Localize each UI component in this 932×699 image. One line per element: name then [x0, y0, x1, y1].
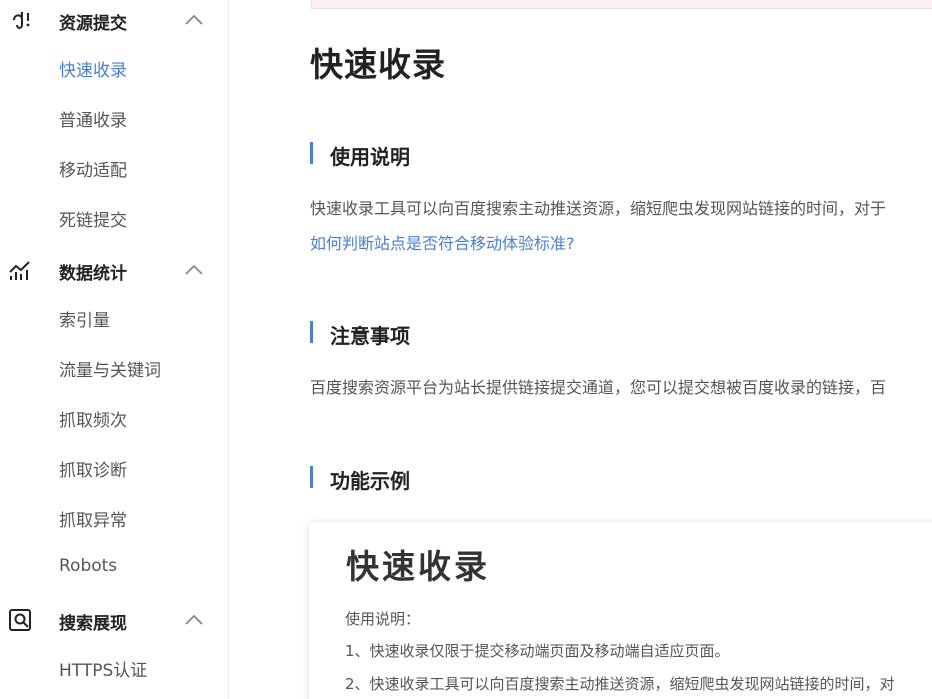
section-accent-bar	[310, 466, 313, 488]
sidebar-item-mobile-adapt[interactable]: 移动适配	[59, 156, 127, 181]
sidebar-item-traffic-keywords[interactable]: 流量与关键词	[59, 356, 161, 381]
main-content: 快速收录 使用说明 快速收录工具可以向百度搜索主动推送资源，缩短爬虫发现网站链接…	[229, 0, 932, 699]
usage-description: 快速收录工具可以向百度搜索主动推送资源，缩短爬虫发现网站链接的时间，对于	[310, 199, 887, 218]
section-title: 功能示例	[330, 469, 410, 493]
sidebar-item-normal-index[interactable]: 普通收录	[59, 106, 127, 131]
section-title: 使用说明	[330, 145, 410, 169]
chevron-up-icon[interactable]	[184, 262, 204, 276]
sidebar-item-dead-link[interactable]: 死链提交	[59, 206, 127, 231]
sidebar-group-title: 资源提交	[59, 14, 127, 34]
example-title: 快速收录	[346, 547, 490, 586]
sidebar-group-title: 数据统计	[59, 264, 127, 284]
sidebar-item-crawl-errors[interactable]: 抓取异常	[59, 506, 127, 531]
sidebar-group-title: 搜索展现	[59, 614, 127, 634]
sidebar-item-crawl-frequency[interactable]: 抓取频次	[59, 406, 127, 431]
sidebar-item-fast-index[interactable]: 快速收录	[59, 56, 127, 81]
example-line: 1、快速收录仅限于提交移动端页面及移动端自适应页面。	[345, 642, 730, 660]
section-accent-bar	[310, 321, 313, 343]
chevron-up-icon[interactable]	[184, 12, 204, 26]
sidebar-item-index-volume[interactable]: 索引量	[59, 306, 110, 331]
sidebar-group-resource-submit[interactable]: 资源提交	[0, 1, 229, 37]
example-line: 使用说明：	[345, 610, 421, 628]
sidebar-group-data-stats[interactable]: 数据统计	[0, 251, 229, 287]
search-display-icon	[8, 608, 34, 632]
sidebar-group-search-display[interactable]: 搜索展现	[0, 601, 229, 637]
sidebar-item-crawl-diagnosis[interactable]: 抓取诊断	[59, 456, 127, 481]
sidebar: 资源提交 快速收录 普通收录 移动适配 死链提交 数据统计 索引量 流量与关键词…	[0, 0, 229, 699]
mobile-standard-link[interactable]: 如何判断站点是否符合移动体验标准?	[310, 230, 575, 254]
chevron-up-icon[interactable]	[184, 612, 204, 626]
resource-submit-icon	[8, 8, 34, 32]
data-stats-icon	[8, 258, 34, 282]
example-screenshot-card: 快速收录 使用说明： 1、快速收录仅限于提交移动端页面及移动端自适应页面。 2、…	[309, 522, 932, 699]
sidebar-item-robots[interactable]: Robots	[59, 556, 117, 576]
notes-description: 百度搜索资源平台为站长提供链接提交通道，您可以提交想被百度收录的链接，百	[310, 378, 887, 397]
page-title: 快速收录	[310, 45, 446, 84]
section-accent-bar	[310, 142, 313, 164]
alert-banner	[311, 0, 932, 9]
section-title: 注意事项	[330, 324, 410, 348]
example-line: 2、快速收录工具可以向百度搜索主动推送资源，缩短爬虫发现网站链接的时间，对	[345, 675, 895, 693]
sidebar-item-https[interactable]: HTTPS认证	[59, 656, 147, 681]
